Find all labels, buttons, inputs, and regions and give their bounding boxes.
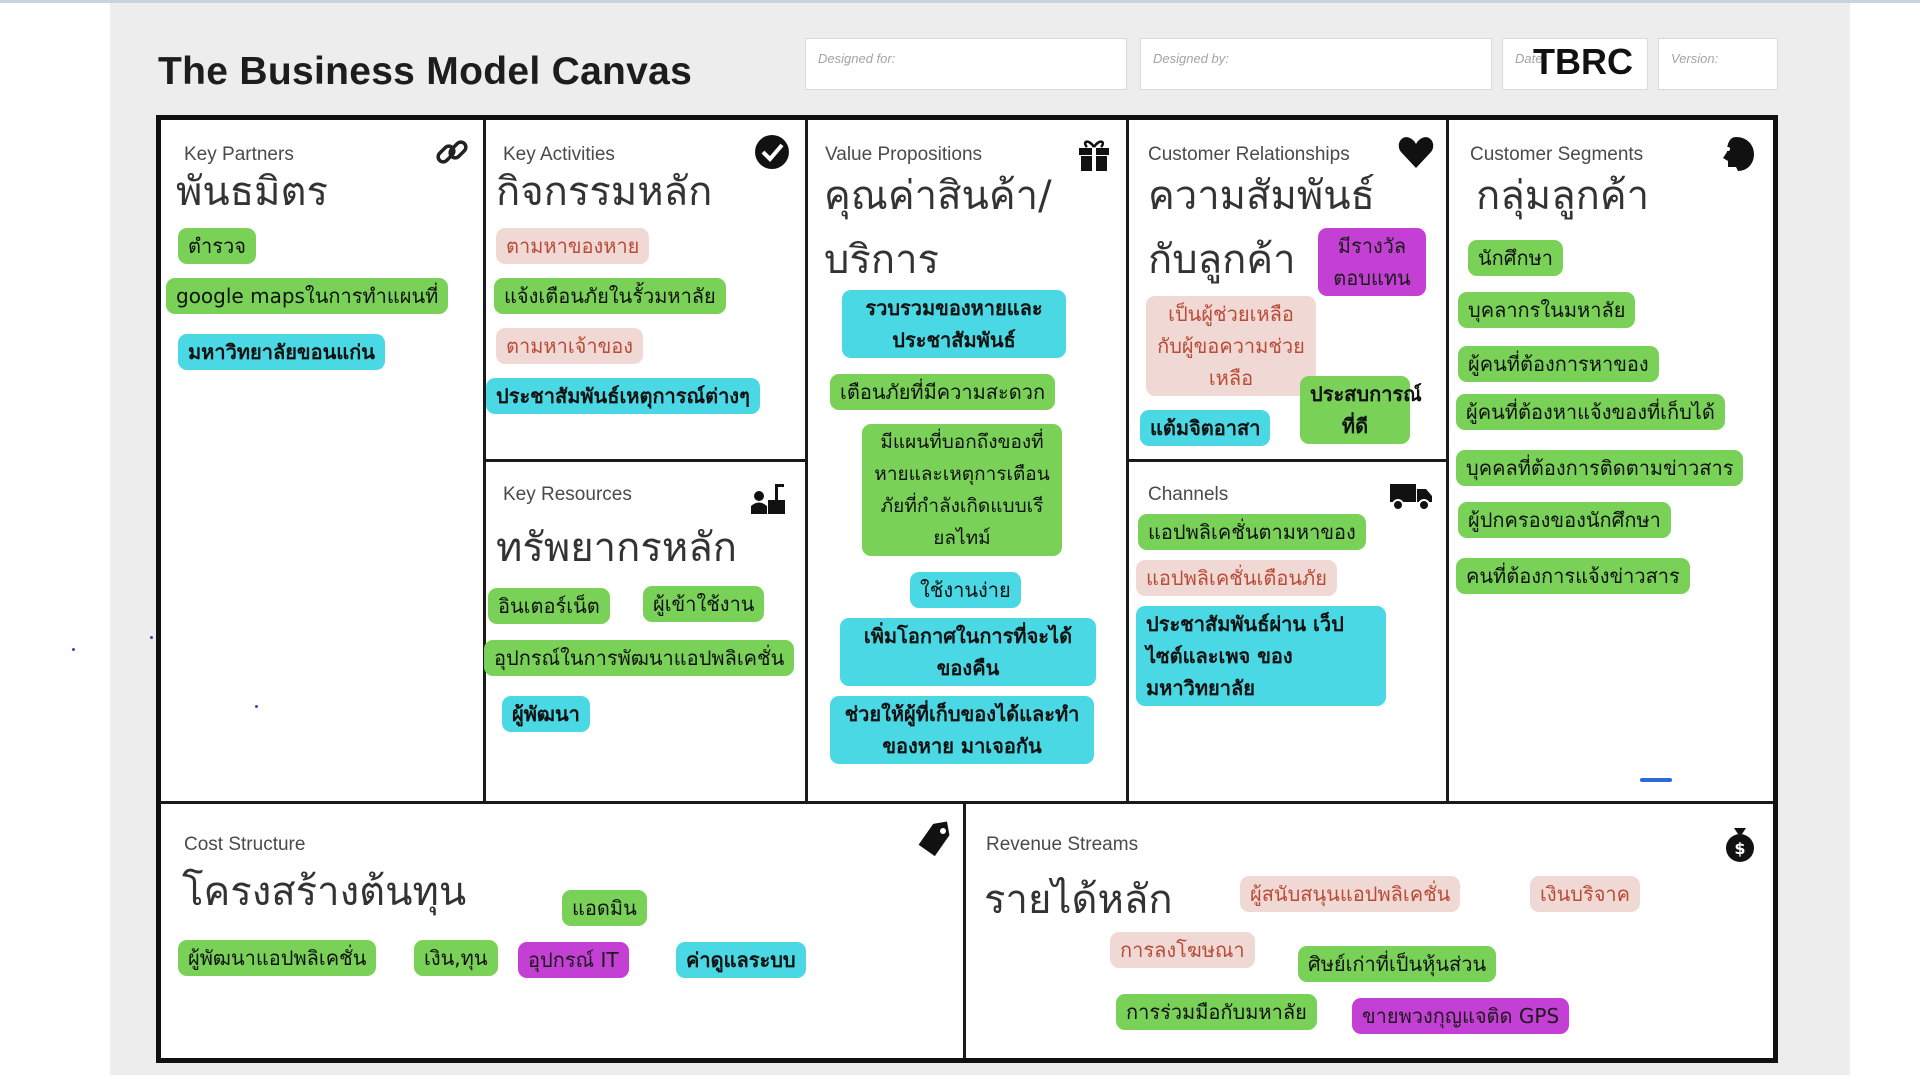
price-tag-icon	[914, 820, 954, 860]
note-channel[interactable]: แอปพลิเคชั่นเตือนภัย	[1136, 560, 1337, 596]
block-thai-title: คุณค่าสินค้า/	[824, 173, 1052, 219]
note-value-proposition[interactable]: ใช้งานง่าย	[910, 572, 1021, 608]
block-title: Value Propositions	[825, 144, 983, 165]
designed-by-field[interactable]: Designed by:	[1140, 38, 1492, 90]
note-key-activity[interactable]: ประชาสัมพันธ์เหตุการณ์ต่างๆ	[486, 378, 760, 414]
version-label: Version:	[1671, 51, 1719, 66]
note-customer-segment[interactable]: คนที่ต้องการแจ้งข่าวสาร	[1456, 558, 1690, 594]
designed-for-field[interactable]: Designed for:	[805, 38, 1127, 90]
truck-icon	[1388, 474, 1434, 514]
note-key-activity[interactable]: ตามหาของหาย	[496, 228, 650, 264]
note-revenue[interactable]: การลงโฆษณา	[1110, 932, 1255, 968]
note-cost[interactable]: ผู้พัฒนาแอปพลิเคชั่น	[178, 940, 377, 976]
note-customer-relationship[interactable]: แต้มจิตอาสา	[1140, 410, 1271, 446]
block-title: Revenue Streams	[986, 834, 1139, 855]
note-value-proposition[interactable]: รวบรวมของหายและประชาสัมพันธ์	[842, 290, 1066, 358]
block-thai-title: ความสัมพันธ์	[1148, 173, 1375, 219]
grid-divider	[483, 120, 486, 804]
grid-divider	[485, 459, 806, 462]
note-revenue[interactable]: ศิษย์เก่าที่เป็นหุ้นส่วน	[1298, 946, 1497, 982]
grid-divider	[161, 801, 1773, 804]
block-thai-title: กิจกรรมหลัก	[496, 169, 713, 215]
note-cost[interactable]: อุปกรณ์ IT	[518, 942, 629, 978]
head-icon	[1716, 134, 1756, 174]
note-value-proposition[interactable]: เตือนภัยที่มีความสะดวก	[830, 374, 1056, 410]
gift-icon	[1074, 134, 1114, 174]
block-thai-title: พันธมิตร	[176, 169, 328, 215]
link-icon	[432, 132, 472, 172]
note-cost[interactable]: ค่าดูแลระบบ	[676, 942, 806, 978]
designed-for-label: Designed for:	[818, 51, 896, 66]
date-field[interactable]: Date TBRC	[1502, 38, 1648, 90]
note-revenue[interactable]: เงินบริจาค	[1530, 876, 1641, 912]
block-thai-title: รายได้หลัก	[984, 877, 1173, 923]
block-title: Key Resources	[503, 484, 632, 505]
note-key-resource[interactable]: อินเตอร์เน็ต	[488, 588, 610, 624]
note-key-partner[interactable]: google mapsในการทำแผนที่	[166, 278, 449, 314]
canvas-title: The Business Model Canvas	[158, 50, 693, 93]
tbrc-stamp: TBRC	[1533, 41, 1633, 82]
money-bag-icon: $	[1720, 824, 1760, 864]
note-customer-segment[interactable]: ผู้ปกครองของนักศึกษา	[1458, 502, 1671, 538]
grid-divider	[1126, 120, 1129, 804]
block-thai-title-line2: บริการ	[824, 237, 940, 283]
block-title: Channels	[1148, 484, 1229, 505]
note-revenue[interactable]: ผู้สนับสนุนแอปพลิเคชั่น	[1240, 876, 1461, 912]
note-key-partner[interactable]: ตำรวจ	[178, 228, 256, 264]
worker-icon	[748, 478, 788, 518]
heart-icon	[1396, 132, 1436, 172]
note-key-resource[interactable]: อุปกรณ์ในการพัฒนาแอปพลิเคชั่น	[484, 640, 795, 676]
note-customer-relationship[interactable]: เป็นผู้ช่วยเหลือกับผู้ขอความช่วยเหลือ	[1146, 296, 1316, 396]
note-value-proposition[interactable]: มีแผนที่บอกถึงของที่หายและเหตุการเตือนภั…	[862, 424, 1062, 556]
note-channel[interactable]: ประชาสัมพันธ์ผ่าน เว็ปไซต์และเพจ ของมหาว…	[1136, 606, 1386, 706]
note-cost[interactable]: เงิน,ทุน	[414, 940, 498, 976]
note-revenue[interactable]: การร่วมมือกับมหาลัย	[1116, 994, 1317, 1030]
note-cost[interactable]: แอดมิน	[562, 890, 647, 926]
note-key-resource[interactable]: ผู้เข้าใช้งาน	[643, 586, 765, 622]
block-title: Cost Structure	[184, 834, 306, 855]
note-value-proposition[interactable]: เพิ่มโอกาศในการที่จะได้ของคืน	[840, 618, 1096, 686]
ink-dot	[255, 705, 258, 708]
check-circle-icon	[752, 132, 792, 172]
block-thai-title: ทรัพยากรหลัก	[496, 525, 737, 571]
note-value-proposition[interactable]: ช่วยให้ผู้ที่เก็บของได้และทำของหาย มาเจอ…	[830, 696, 1094, 764]
note-revenue[interactable]: ขายพวงกุญแจติด GPS	[1352, 998, 1570, 1034]
block-title: Customer Segments	[1470, 144, 1644, 165]
grid-divider	[805, 120, 808, 804]
note-customer-segment[interactable]: นักศึกษา	[1468, 240, 1563, 276]
ink-dot	[150, 636, 153, 639]
note-customer-segment[interactable]: บุคคลที่ต้องการติดตามข่าวสาร	[1456, 450, 1744, 486]
note-key-partner[interactable]: มหาวิทยาลัยขอนแก่น	[178, 334, 385, 370]
note-customer-relationship[interactable]: มีรางวัลตอบแทน	[1318, 228, 1426, 296]
block-thai-title: โครงสร้างต้นทุน	[182, 869, 467, 915]
note-key-activity[interactable]: ตามหาเจ้าของ	[496, 328, 644, 364]
ink-dot	[72, 648, 75, 651]
block-thai-title: กลุ่มลูกค้า	[1476, 173, 1650, 219]
block-title: Customer Relationships	[1148, 144, 1350, 165]
block-thai-title-line2: กับลูกค้า	[1148, 237, 1296, 283]
grid-divider	[1446, 120, 1449, 804]
version-field[interactable]: Version:	[1658, 38, 1778, 90]
note-key-resource[interactable]: ผู้พัฒนา	[502, 696, 590, 732]
note-customer-segment[interactable]: ผู้คนที่ต้องการหาของ	[1458, 346, 1659, 382]
note-customer-segment[interactable]: ผู้คนที่ต้องหาแจ้งของที่เก็บได้	[1456, 394, 1725, 430]
note-channel[interactable]: แอปพลิเคชั่นตามหาของ	[1138, 514, 1366, 550]
note-key-activity[interactable]: แจ้งเตือนภัยในรั้วมหาลัย	[494, 278, 726, 314]
note-customer-relationship[interactable]: ประสบการณ์ที่ดี	[1300, 376, 1422, 444]
designed-by-label: Designed by:	[1153, 51, 1229, 66]
grid-divider	[963, 803, 966, 1058]
grid-divider	[1128, 459, 1447, 462]
svg-text:$: $	[1734, 839, 1745, 858]
note-customer-segment[interactable]: บุคลากรในมหาลัย	[1458, 292, 1636, 328]
ink-dash	[1640, 778, 1672, 782]
